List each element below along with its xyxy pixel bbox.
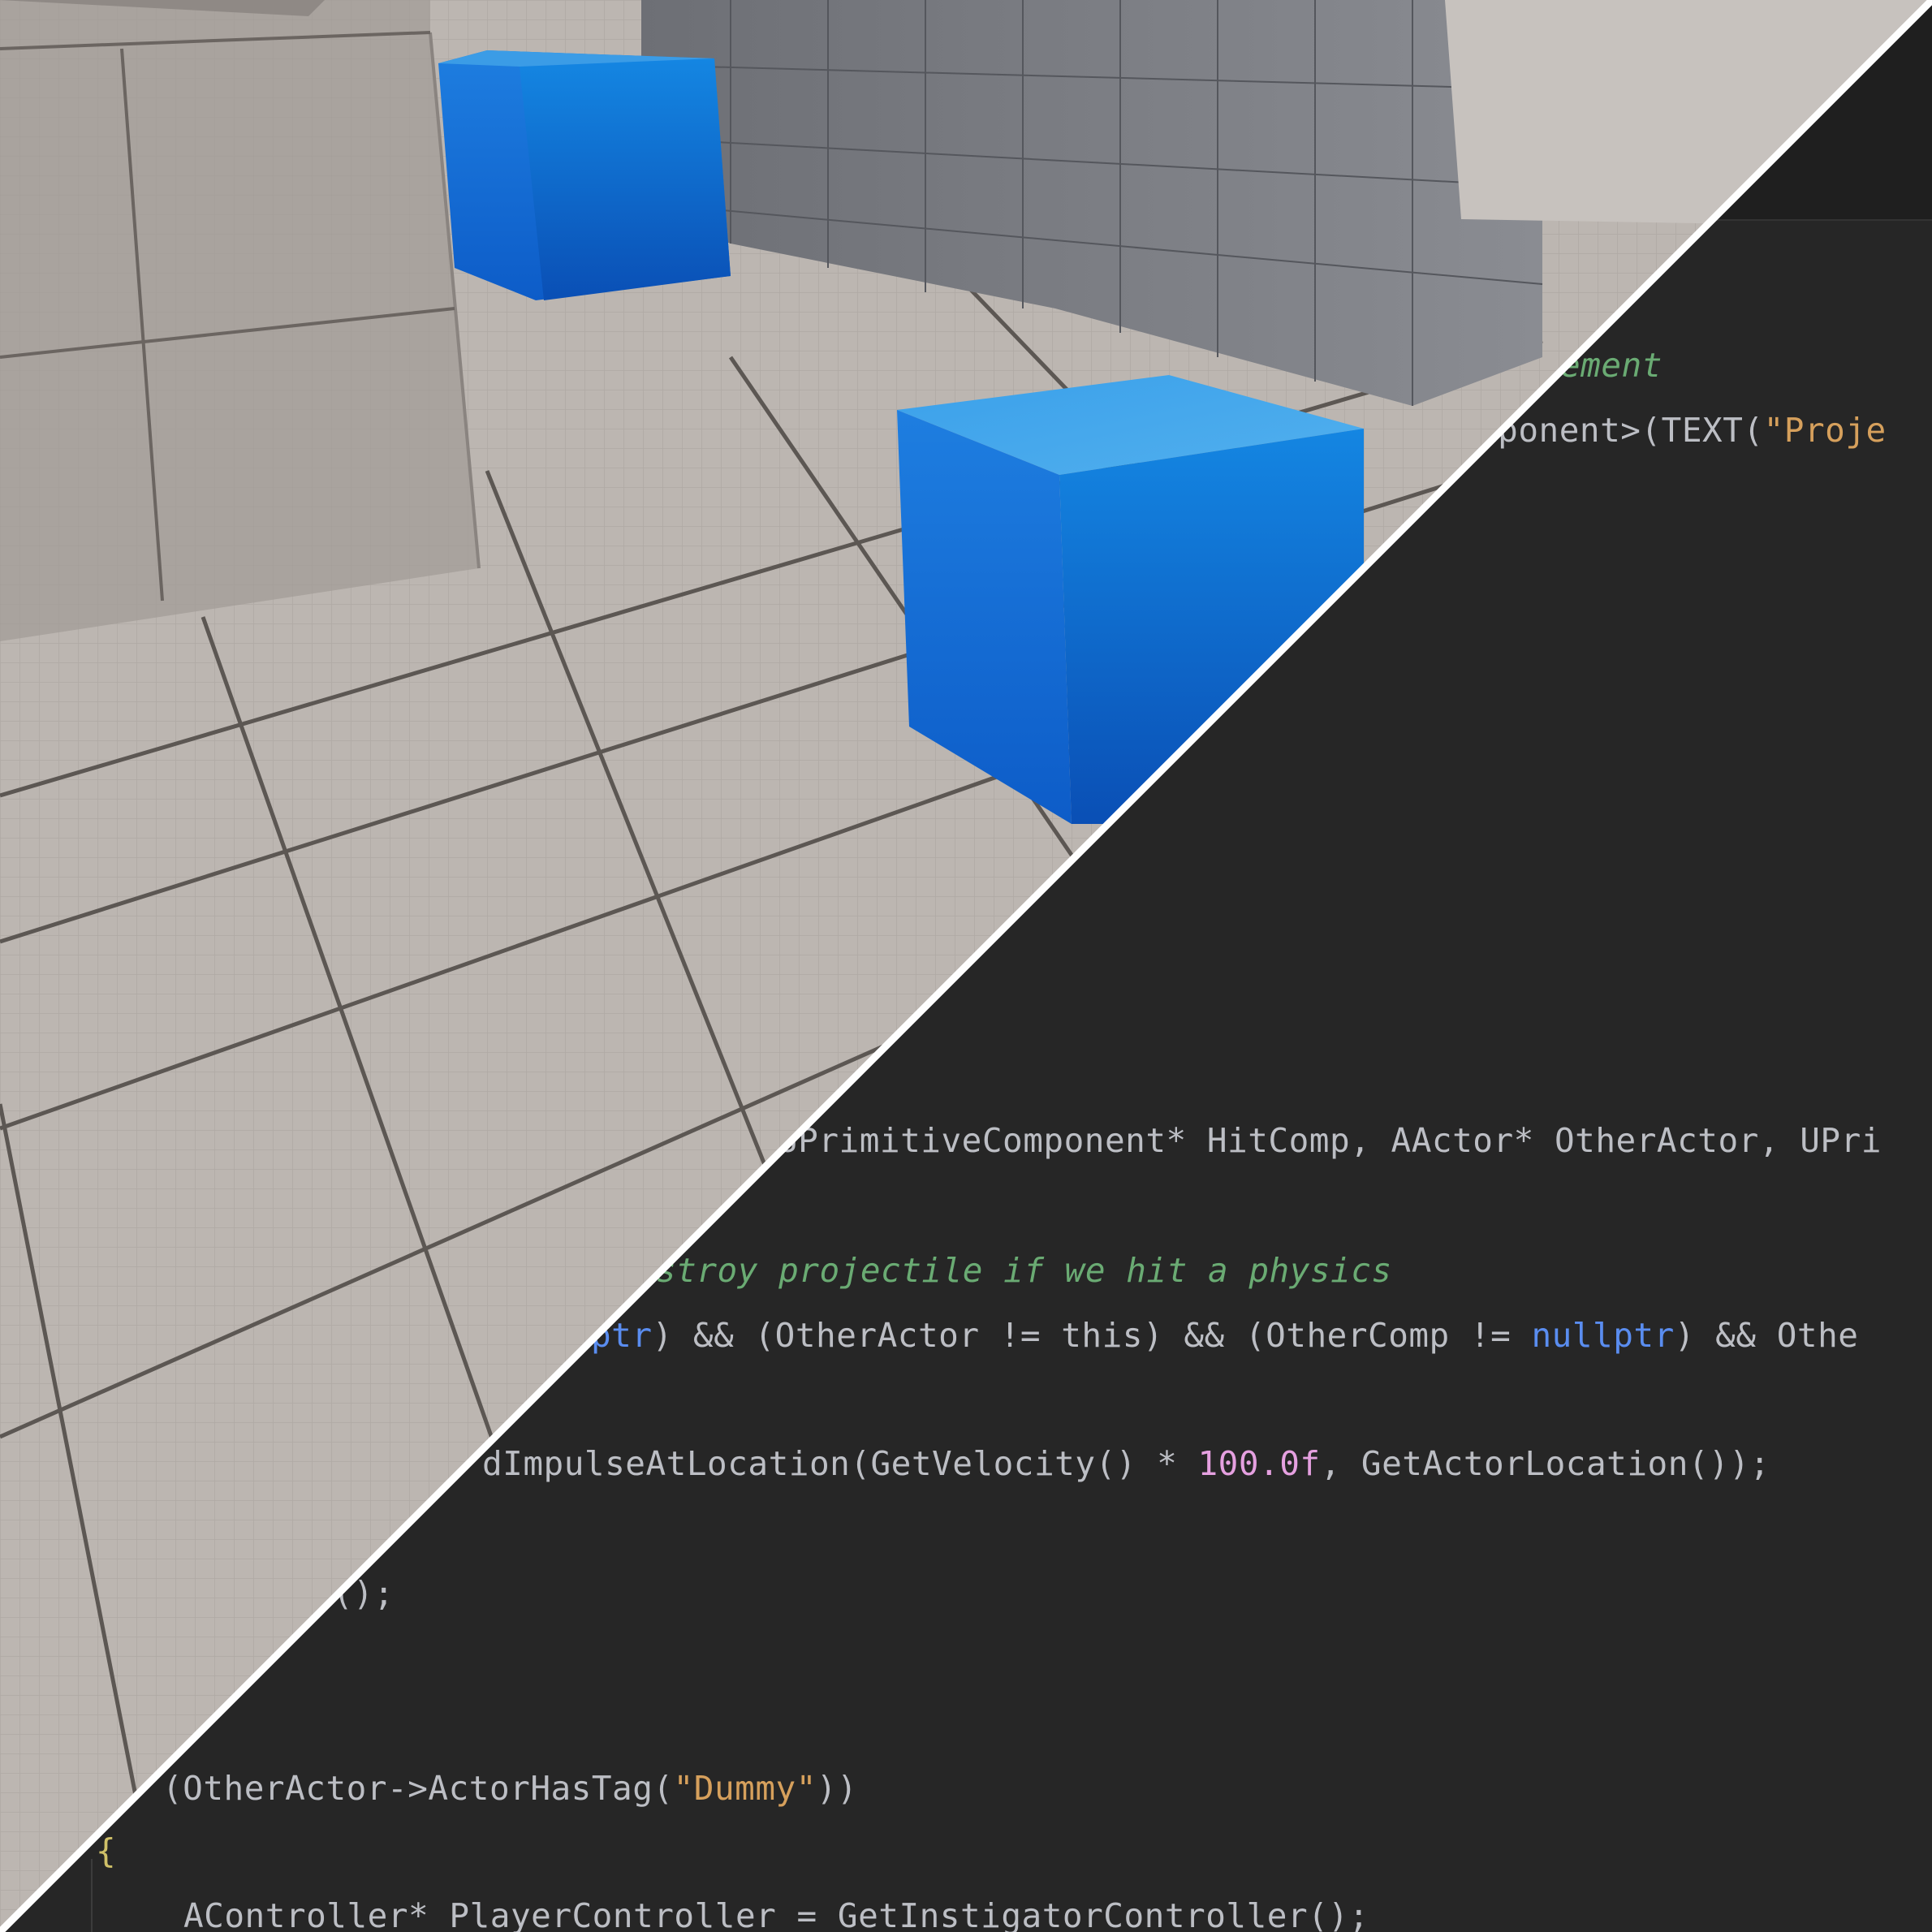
code-line-6[interactable]: dImpulseAtLocation(GetVelocity() * 100.0… [482, 1439, 1770, 1488]
code-token: dImpulseAtLocation(GetVelocity() * [482, 1444, 1198, 1483]
code-token: stroy projectile if we hit a physics [656, 1251, 1392, 1290]
code-line-10[interactable]: AController* PlayerController = GetInsti… [183, 1891, 1369, 1932]
code-token: ) && Othe [1674, 1316, 1859, 1355]
code-token: 100.0f [1197, 1444, 1321, 1483]
code-token: "Proje [1763, 411, 1887, 450]
indent-guide [91, 1859, 93, 1932]
code-token: nullptr [1531, 1316, 1675, 1355]
code-line-8[interactable]: (OtherActor->ActorHasTag("Dummy")) [162, 1764, 857, 1813]
code-token: mponent>(TEXT( [1477, 411, 1764, 450]
blue-cube-back[interactable] [438, 50, 731, 300]
code-token: UPrimitiveComponent* HitComp, AActor* Ot… [778, 1121, 1882, 1160]
code-token: )) [816, 1769, 858, 1808]
code-token: ) && (OtherActor != this) && (OtherComp … [652, 1316, 1532, 1355]
code-line-9[interactable]: { [96, 1826, 116, 1875]
code-token: "Dummy" [673, 1769, 817, 1808]
code-token: (OtherActor->ActorHasTag( [162, 1769, 674, 1808]
code-line-2[interactable]: mponent>(TEXT("Proje [1477, 406, 1887, 455]
code-token: , GetActorLocation()); [1320, 1444, 1770, 1483]
code-token: AController* PlayerController = GetInsti… [183, 1896, 1369, 1932]
code-token: { [96, 1831, 117, 1870]
code-line-3[interactable]: UPrimitiveComponent* HitComp, AActor* Ot… [778, 1116, 1882, 1165]
code-line-4[interactable]: stroy projectile if we hit a physics [656, 1246, 1392, 1295]
split-screenshot: ystemChara ement mponent>(TEXT("Proje UP… [0, 0, 1932, 1932]
code-line-5[interactable]: ptr) && (OtherActor != this) && (OtherCo… [591, 1311, 1858, 1360]
